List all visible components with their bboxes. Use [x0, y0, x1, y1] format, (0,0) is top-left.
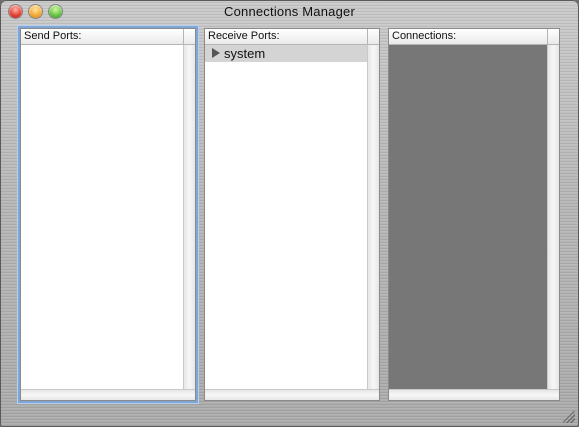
connections-panel: Connections:: [388, 28, 560, 401]
connections-header[interactable]: Connections:: [389, 29, 559, 45]
send-ports-vertical-scrollbar[interactable]: [183, 45, 195, 389]
connections-manager-window: Connections Manager Send Ports: Receive …: [0, 0, 579, 427]
receive-ports-header-label: Receive Ports:: [208, 30, 280, 42]
send-ports-panel: Send Ports:: [20, 28, 196, 401]
connections-horizontal-scrollbar[interactable]: [389, 389, 559, 400]
receive-ports-horizontal-scrollbar[interactable]: [205, 389, 379, 400]
send-ports-list[interactable]: [21, 45, 183, 389]
title-bar[interactable]: Connections Manager: [0, 0, 579, 24]
window-title: Connections Manager: [224, 4, 355, 19]
send-ports-header-label: Send Ports:: [24, 30, 82, 42]
connections-vertical-scrollbar[interactable]: [547, 45, 559, 389]
resize-grip-icon[interactable]: [563, 411, 575, 423]
disclosure-triangle-right-icon[interactable]: [212, 48, 220, 58]
tree-item-system[interactable]: system: [205, 45, 367, 62]
receive-ports-list[interactable]: system: [205, 45, 367, 389]
tree-item-label: system: [224, 46, 266, 61]
connections-canvas[interactable]: [389, 45, 547, 389]
receive-ports-vertical-scrollbar[interactable]: [367, 45, 379, 389]
receive-ports-header-corner: [367, 29, 379, 44]
send-ports-header[interactable]: Send Ports:: [21, 29, 195, 45]
receive-ports-panel: Receive Ports: system: [204, 28, 380, 401]
send-ports-horizontal-scrollbar[interactable]: [21, 389, 195, 400]
connections-header-label: Connections:: [392, 30, 457, 42]
connections-header-corner: [547, 29, 559, 44]
receive-ports-header[interactable]: Receive Ports:: [205, 29, 379, 45]
send-ports-header-corner: [183, 29, 195, 44]
